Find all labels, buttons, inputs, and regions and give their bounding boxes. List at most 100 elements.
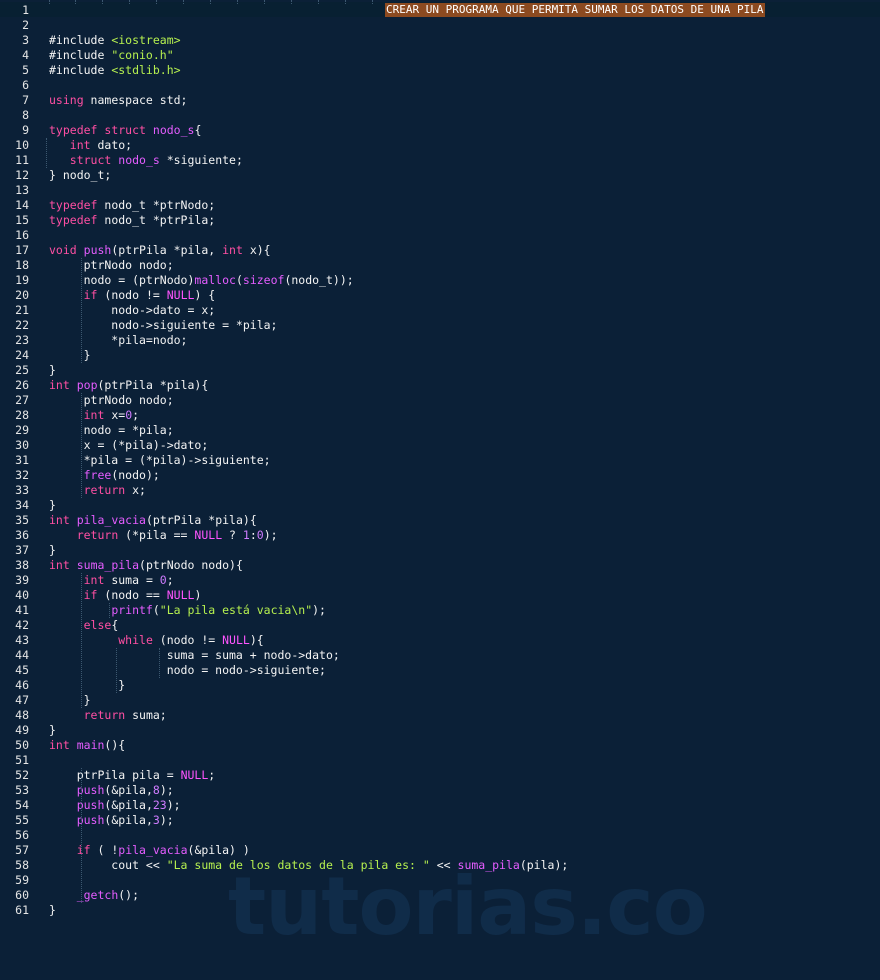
code-line[interactable]: suma = suma + nodo->dato; (49, 648, 340, 663)
code-line[interactable]: nodo = nodo->siguiente; (49, 663, 326, 678)
code-line[interactable]: int main(){ (49, 738, 125, 753)
code-token: void (49, 243, 77, 257)
indent-marker (129, 0, 130, 4)
line-number: 26 (15, 378, 29, 392)
code-token: (nodo != (97, 288, 167, 302)
code-token: 1 (242, 528, 250, 542)
line-number: 55 (15, 813, 29, 827)
code-line[interactable]: int x=0; (49, 408, 139, 423)
code-line[interactable]: int dato; (49, 138, 132, 153)
code-line[interactable]: } nodo_t; (49, 168, 111, 183)
code-token: nodo_t *ptrNodo; (97, 198, 216, 212)
code-line[interactable]: push(&pila,8); (49, 783, 174, 798)
line-number: 58 (15, 858, 29, 872)
code-line[interactable]: push(&pila,3); (49, 813, 174, 828)
code-token: { (194, 123, 202, 137)
code-line[interactable]: int pila_vacia(ptrPila *pila){ (49, 513, 257, 528)
code-line[interactable]: if (nodo != NULL) { (49, 288, 216, 303)
code-line[interactable]: int suma_pila(ptrNodo nodo){ (49, 558, 243, 573)
code-line[interactable]: typedef nodo_t *ptrPila; (49, 213, 215, 228)
code-token: free (83, 468, 112, 482)
code-token: ; (208, 768, 216, 782)
code-line[interactable]: push(&pila,23); (49, 798, 181, 813)
code-token: malloc (194, 273, 236, 287)
line-number: 27 (15, 393, 29, 407)
code-line[interactable]: free(nodo); (49, 468, 160, 483)
code-token: } nodo_t; (49, 168, 112, 182)
line-number: 5 (22, 63, 29, 77)
code-line[interactable]: ptrPila pila = NULL; (49, 768, 216, 783)
code-line[interactable]: } (49, 363, 56, 378)
code-line[interactable]: nodo->dato = x; (49, 303, 215, 318)
code-line[interactable]: void push(ptrPila *pila, int x){ (49, 243, 271, 258)
code-line[interactable]: return x; (49, 483, 146, 498)
code-line[interactable]: } (49, 678, 125, 693)
code-line[interactable]: } (49, 903, 56, 918)
code-line[interactable]: if ( !pila_vacia(&pila) ) (49, 843, 250, 858)
code-line[interactable]: *pila = (*pila)->siguiente; (49, 453, 271, 468)
code-line[interactable]: #include "conio.h" (49, 48, 174, 63)
code-token: } (49, 498, 56, 512)
code-token: struct (104, 123, 146, 137)
indent-guide (109, 603, 110, 618)
code-token: if (83, 288, 98, 302)
code-line[interactable]: struct nodo_s *siguiente; (49, 153, 243, 168)
code-line[interactable]: typedef nodo_t *ptrNodo; (49, 198, 215, 213)
code-token: } (49, 348, 91, 362)
code-token: typedef (49, 123, 98, 137)
code-token: cout << (49, 858, 167, 872)
code-token: nodo_s (118, 153, 160, 167)
code-line[interactable]: using namespace std; (49, 93, 187, 108)
code-token: *siguiente; (159, 153, 243, 167)
watermark-text: tutorias.co (228, 860, 708, 953)
code-token: int (49, 513, 70, 527)
indent-guide (81, 573, 82, 708)
code-line[interactable]: } (49, 723, 56, 738)
code-line[interactable]: #include <iostream> (49, 33, 181, 48)
code-line[interactable]: } (49, 543, 56, 558)
code-line[interactable]: x = (*pila)->dato; (49, 438, 209, 453)
code-line[interactable]: nodo = (ptrNodo)malloc(sizeof(nodo_t)); (49, 273, 354, 288)
indent-guide (81, 768, 82, 903)
line1-comment-selection[interactable]: CREAR UN PROGRAMA QUE PERMITA SUMAR LOS … (385, 3, 765, 17)
code-line[interactable]: } (49, 498, 56, 513)
code-line[interactable]: return suma; (49, 708, 167, 723)
code-line[interactable]: ptrNodo nodo; (49, 258, 174, 273)
line-number: 34 (15, 498, 29, 512)
code-token: int (83, 408, 105, 422)
code-line[interactable]: typedef struct nodo_s{ (49, 123, 201, 138)
line-number: 46 (15, 678, 29, 692)
line-number: 24 (15, 348, 29, 362)
code-token: if (83, 588, 98, 602)
code-line[interactable]: #include <stdlib.h> (49, 63, 181, 78)
line-number: 60 (15, 888, 29, 902)
code-line[interactable]: return (*pila == NULL ? 1:0); (49, 528, 278, 543)
code-line[interactable]: } (49, 348, 91, 363)
code-line[interactable]: nodo = *pila; (49, 423, 174, 438)
indent-marker (291, 0, 292, 4)
line-number: 30 (15, 438, 29, 452)
code-token: int (49, 738, 70, 752)
code-line[interactable]: int suma = 0; (49, 573, 174, 588)
code-line[interactable]: } (49, 693, 91, 708)
line-number: 50 (15, 738, 29, 752)
code-editor[interactable]: CREAR UN PROGRAMA QUE PERMITA SUMAR LOS … (0, 0, 880, 980)
code-line[interactable]: *pila=nodo; (49, 333, 187, 348)
line-number: 17 (15, 243, 29, 257)
code-line[interactable]: ptrNodo nodo; (49, 393, 174, 408)
code-line[interactable]: else{ (49, 618, 119, 633)
code-token: 3 (152, 813, 160, 827)
code-line[interactable]: if (nodo == NULL) (49, 588, 202, 603)
code-line[interactable]: _getch(); (49, 888, 139, 903)
code-line[interactable]: nodo->siguiente = *pila; (49, 318, 277, 333)
code-line[interactable]: int pop(ptrPila *pila){ (49, 378, 208, 393)
code-token: nodo_t *ptrPila; (97, 213, 216, 227)
code-line[interactable]: printf("La pila está vacia\n"); (49, 603, 326, 618)
indent-marker (75, 0, 76, 4)
